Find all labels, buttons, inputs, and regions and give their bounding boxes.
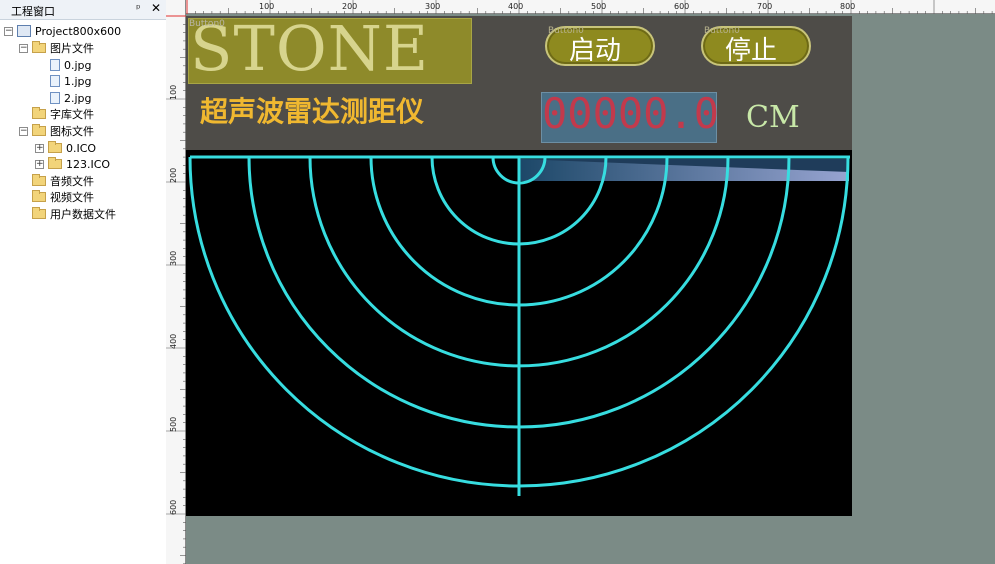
project-panel: 工程窗口 ᵖ ✕ − Project800x600 − 图片文件 0.jpg 1… <box>0 0 167 564</box>
ruler-label: 200 <box>169 168 178 183</box>
ruler-label: 800 <box>840 2 855 11</box>
tree-item-icons[interactable]: − 图标文件 <box>19 123 94 139</box>
tree-item-label: 图标文件 <box>50 125 94 138</box>
tree-item-label: 0.ICO <box>66 141 97 155</box>
image-file-icon <box>50 75 60 87</box>
folder-icon <box>32 41 46 53</box>
tree-item-label: 0.jpg <box>64 58 92 72</box>
tree-item-audio[interactable]: 音频文件 <box>32 173 94 189</box>
ruler-label: 400 <box>169 334 178 349</box>
tree-item-fonts[interactable]: 字库文件 <box>32 106 94 122</box>
tree-item-label: 视频文件 <box>50 191 94 204</box>
folder-icon <box>32 174 46 186</box>
close-icon[interactable]: ✕ <box>151 1 161 15</box>
collapse-toggle[interactable]: − <box>4 26 13 36</box>
image-file-icon <box>50 92 60 104</box>
image-file-icon <box>50 59 60 71</box>
tree-item-ico[interactable]: + 123.ICO <box>35 156 110 172</box>
tree-item-ico[interactable]: + 0.ICO <box>35 140 96 156</box>
ruler-label: 500 <box>591 2 606 11</box>
start-button-label: 启动 <box>569 36 622 66</box>
tree-item-label: 音频文件 <box>50 175 94 188</box>
tree-item-label: 2.jpg <box>64 91 92 105</box>
expand-toggle[interactable]: + <box>35 143 44 153</box>
ruler-label: 600 <box>674 2 689 11</box>
folder-icon <box>32 190 46 202</box>
folder-icon <box>48 157 62 169</box>
project-icon <box>17 25 31 37</box>
tree-item-label: 123.ICO <box>66 157 111 171</box>
tree-item-file[interactable]: 0.jpg <box>50 57 92 73</box>
ruler-label: 100 <box>169 85 178 100</box>
tree-item-project[interactable]: − Project800x600 <box>4 23 121 39</box>
ruler-label: 300 <box>425 2 440 11</box>
distance-unit: CM <box>746 100 800 135</box>
distance-value: 00000.0 <box>542 89 720 138</box>
ruler-label: 600 <box>169 500 178 515</box>
folder-icon <box>32 207 46 219</box>
radar-display[interactable] <box>186 150 852 516</box>
collapse-toggle[interactable]: − <box>19 43 28 53</box>
tree-item-file[interactable]: 1.jpg <box>50 73 92 89</box>
ruler-label: 200 <box>342 2 357 11</box>
tree-item-label: 用户数据文件 <box>50 208 116 221</box>
expand-toggle[interactable]: + <box>35 159 44 169</box>
tree-item-label: 图片文件 <box>50 42 94 55</box>
ruler-label: 500 <box>169 417 178 432</box>
tree-item-label: 字库文件 <box>50 108 94 121</box>
panel-title: 工程窗口 <box>11 5 55 18</box>
folder-icon <box>32 124 46 136</box>
folder-icon <box>48 141 62 153</box>
ruler-label: 700 <box>757 2 772 11</box>
tree-item-label: Project800x600 <box>35 24 122 38</box>
collapse-toggle[interactable]: − <box>19 126 28 136</box>
tree-item-images[interactable]: − 图片文件 <box>19 40 94 56</box>
widget-id-label: Button0 <box>189 19 225 29</box>
ruler-label: 100 <box>259 2 274 11</box>
pin-icon[interactable]: ᵖ <box>136 2 141 15</box>
ruler-label: 400 <box>508 2 523 11</box>
folder-icon <box>32 107 46 119</box>
ruler-label: 300 <box>169 251 178 266</box>
ruler-left: 100 200 300 400 500 600 <box>166 0 186 564</box>
tree-item-label: 1.jpg <box>64 74 92 88</box>
stop-button-label: 停止 <box>725 36 778 66</box>
tree-item-video[interactable]: 视频文件 <box>32 189 94 205</box>
tree-item-file[interactable]: 2.jpg <box>50 90 92 106</box>
screen-title: 超声波雷达测距仪 <box>200 95 425 128</box>
tree-item-userdata[interactable]: 用户数据文件 <box>32 206 116 222</box>
stone-logo-text: STONE <box>190 12 430 85</box>
